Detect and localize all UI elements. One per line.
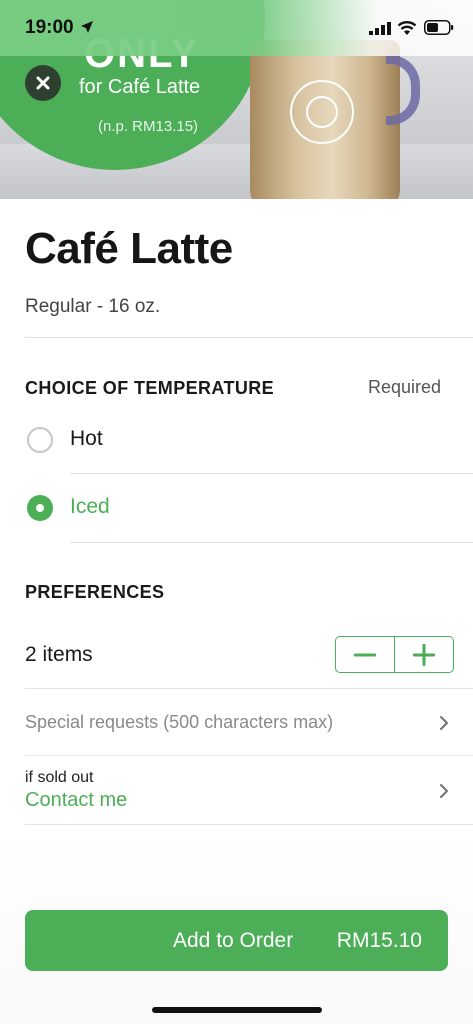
close-icon — [36, 76, 50, 90]
special-requests-row[interactable]: Special requests (500 characters max) — [25, 712, 455, 734]
minus-icon — [354, 653, 376, 656]
temperature-option-label: Hot — [70, 427, 103, 450]
sold-out-label: if sold out — [25, 769, 94, 786]
plus-icon — [413, 643, 435, 666]
radio-unchecked-icon[interactable] — [27, 427, 53, 453]
divider — [25, 824, 473, 825]
product-title: Café Latte — [25, 224, 233, 273]
required-label: Required — [368, 377, 442, 397]
brand-logo-icon — [290, 80, 354, 144]
temperature-option-hot[interactable]: Hot — [25, 415, 455, 465]
chevron-right-icon — [439, 783, 449, 799]
battery-icon — [424, 20, 454, 35]
order-total-price: RM15.10 — [336, 929, 422, 952]
divider — [70, 473, 473, 474]
location-arrow-icon — [81, 21, 93, 33]
divider — [25, 337, 473, 338]
status-time: 19:00 — [25, 17, 74, 38]
decrement-button[interactable] — [336, 637, 394, 672]
close-button[interactable] — [25, 65, 61, 101]
sold-out-value: Contact me — [25, 789, 128, 811]
radio-checked-icon[interactable] — [27, 495, 53, 521]
home-indicator[interactable] — [152, 1007, 322, 1013]
chevron-right-icon — [439, 715, 449, 731]
increment-button[interactable] — [394, 637, 453, 672]
divider — [25, 688, 473, 689]
promo-subtitle: for Café Latte — [79, 76, 201, 98]
add-to-order-label: Add to Order — [173, 929, 294, 952]
promo-price-note: (n.p. RM13.15) — [98, 118, 199, 135]
temperature-option-iced[interactable]: Iced — [25, 483, 455, 533]
divider — [25, 755, 473, 756]
temperature-option-label: Iced — [70, 495, 110, 518]
quantity-stepper[interactable] — [335, 636, 454, 673]
wifi-icon — [397, 21, 417, 35]
signal-icon — [369, 22, 391, 35]
divider — [70, 542, 473, 543]
product-size: Regular - 16 oz. — [25, 296, 161, 317]
status-bar: 19:00 — [0, 0, 473, 56]
preferences-section-title: PREFERENCES — [25, 582, 165, 602]
quantity-label: 2 items — [25, 643, 93, 666]
cup-handle — [386, 55, 420, 125]
temperature-section-title: CHOICE OF TEMPERATURE — [25, 378, 275, 398]
add-to-order-button[interactable]: Add to Order RM15.10 — [25, 910, 448, 971]
special-requests-label: Special requests (500 characters max) — [25, 712, 334, 732]
